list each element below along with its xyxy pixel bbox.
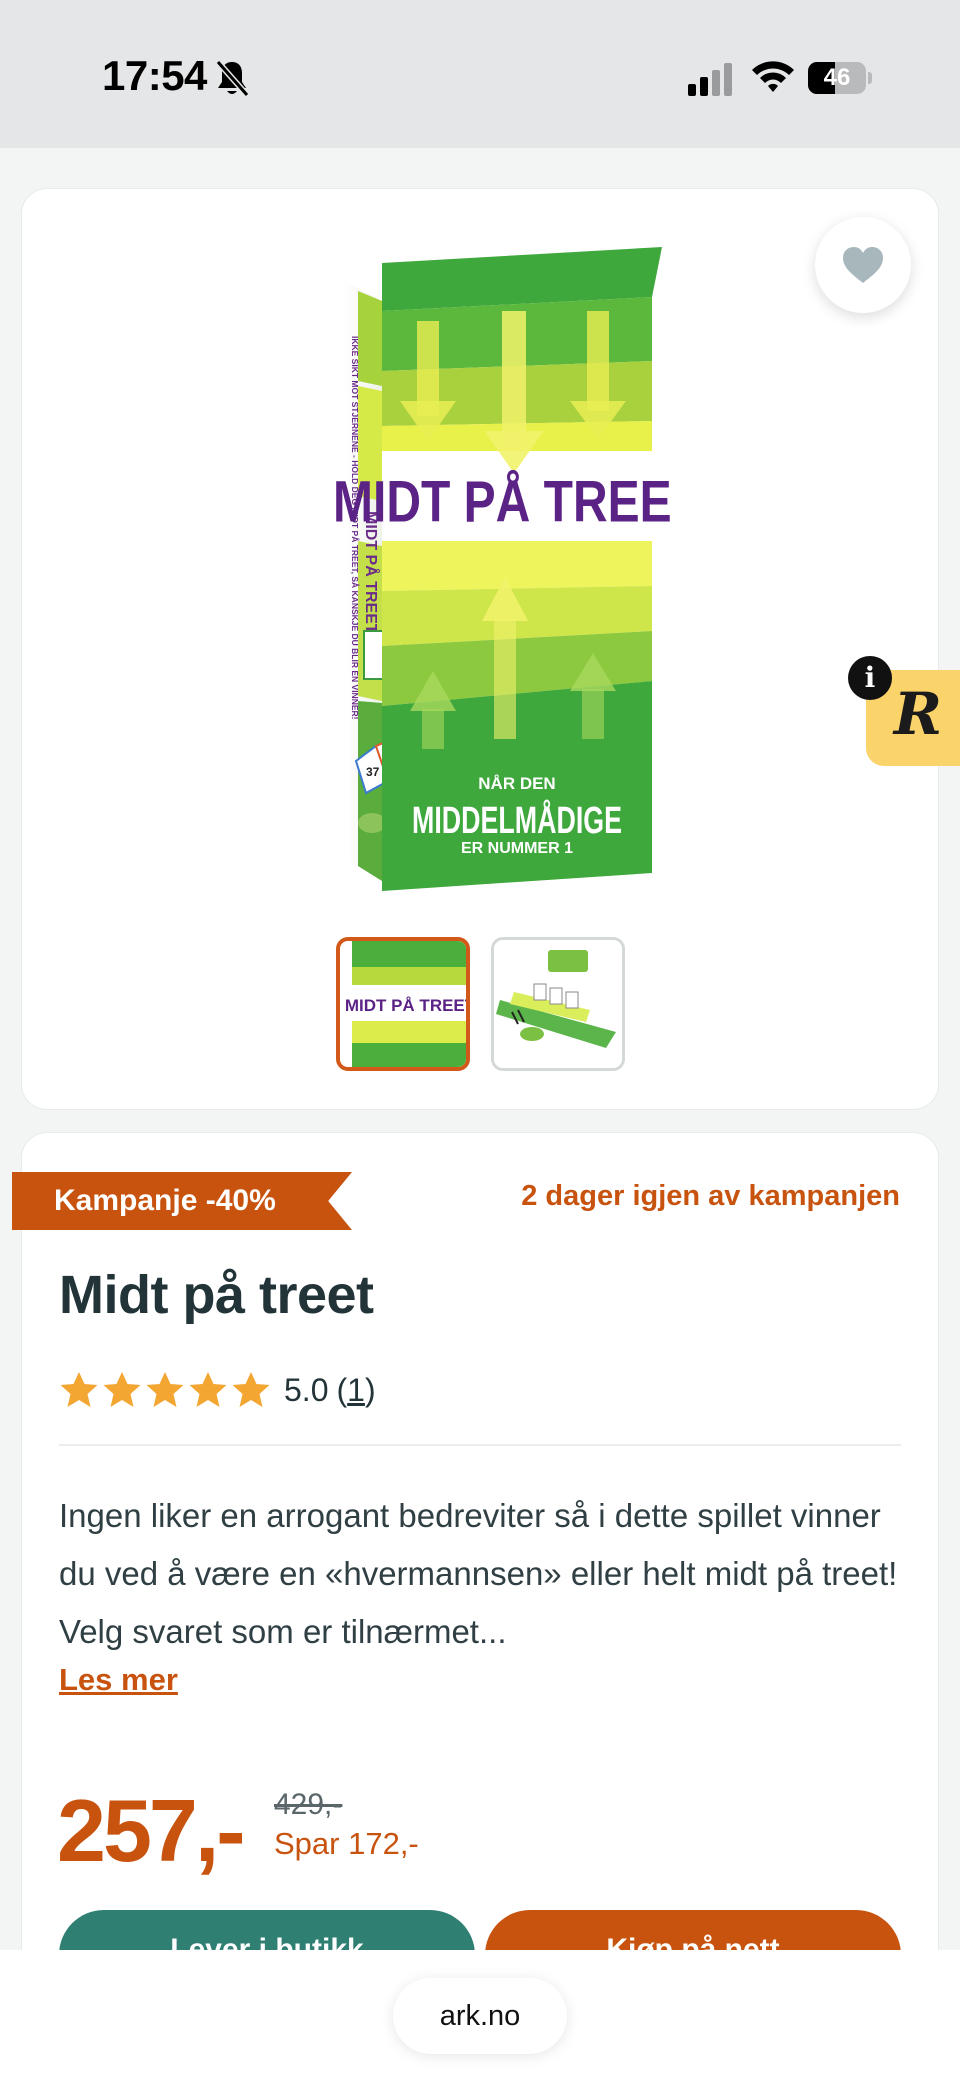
product-description: Ingen liker en arrogant bedreviter så i … [59,1497,898,1650]
star-icon [146,1372,184,1407]
box-tagline-bottom: ER NUMMER 1 [461,840,573,857]
star-icon [103,1372,141,1407]
divider [59,1444,901,1446]
favorite-button[interactable] [815,217,911,313]
savings: Spar 172,- [274,1826,419,1861]
box-headline: MIDT PÅ TREET [333,469,672,535]
battery-level: 46 [823,64,851,91]
status-bar: 17:54 46 [0,0,960,148]
rating-count[interactable]: (1) [336,1372,375,1409]
campaign-remaining: 2 dager igjen av kampanjen [521,1180,900,1212]
thumbnail-box[interactable]: MIDT PÅ TREET [336,937,470,1071]
info-icon[interactable]: i [848,656,892,700]
status-time: 17:54 [102,52,207,99]
thumbnail-box-image: MIDT PÅ TREET [340,941,466,1067]
thumbnail-board[interactable] [491,937,625,1071]
browser-bottom-bar: ark.no [0,1950,960,2087]
product-image[interactable]: IKKE SIKT MOT STJERNENE - HOLD DEG MIDT … [322,241,672,891]
price: 257,- [57,1781,246,1880]
thumbnail-board-image [494,940,622,1068]
rating-count-link[interactable]: 1 [347,1372,365,1408]
heart-icon [843,247,883,283]
cellular-signal-icon [688,63,732,96]
box-tagline-main: MIDDELMÅDIGE [412,798,622,842]
wifi-icon [752,61,794,92]
battery-icon: 46 [808,62,872,94]
product-gallery: IKKE SIKT MOT STJERNENE - HOLD DEG MIDT … [21,188,939,1110]
old-price: 429,- [274,1788,343,1821]
rating-value: 5.0 [284,1371,329,1408]
card-number-1: 37 [366,765,380,779]
star-icon [232,1372,270,1407]
campaign-badge: Kampanje -40% [12,1172,352,1230]
rating[interactable]: 5.0 (1) [59,1368,376,1412]
star-icon [60,1372,98,1407]
box-tagline-top: NÅR DEN [478,774,555,793]
read-more-link[interactable]: Les mer [59,1662,178,1698]
thumbnail-headline: MIDT PÅ TREET [345,996,466,1015]
reader-logo-icon: R [893,680,943,748]
star-icon [189,1372,227,1407]
address-bar[interactable]: ark.no [393,1978,567,2054]
bell-slash-icon [215,60,250,97]
product-title: Midt på treet [59,1265,374,1325]
